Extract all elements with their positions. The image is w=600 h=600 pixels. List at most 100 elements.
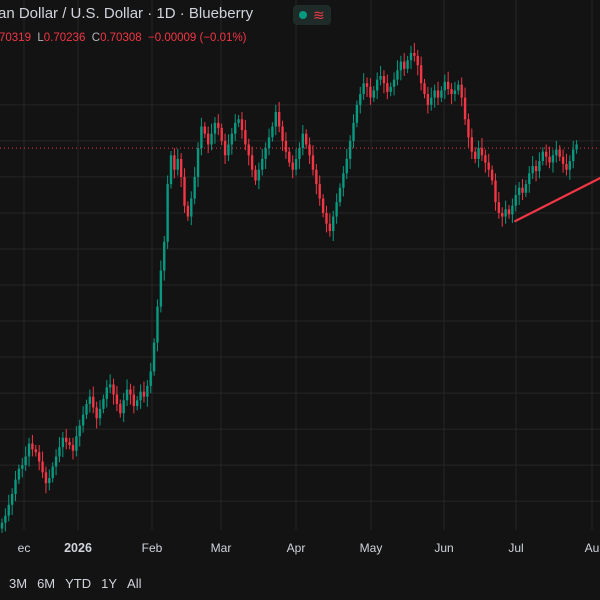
candle-body — [142, 391, 146, 397]
time-axis-label: Jul — [508, 541, 523, 555]
candle-body — [544, 151, 548, 157]
candle-body — [396, 70, 399, 80]
candle-body — [521, 187, 524, 193]
candle-body — [375, 79, 379, 91]
candle-body — [528, 173, 531, 185]
trendline-drawing[interactable] — [514, 171, 600, 223]
candle-body — [210, 133, 213, 145]
candle-body — [345, 158, 348, 174]
candle-body — [149, 371, 152, 386]
range-button-3m[interactable]: 3M — [0, 576, 32, 591]
candle-body — [223, 140, 227, 156]
candle-body — [288, 151, 291, 163]
candle-body — [399, 61, 403, 71]
candle-body — [561, 156, 565, 164]
candle-body — [98, 408, 102, 419]
candle-body — [511, 205, 514, 215]
candle-body — [173, 155, 176, 170]
candle-body — [58, 447, 61, 457]
candle-body — [436, 90, 440, 98]
candle-body — [386, 83, 389, 92]
candle-body — [237, 119, 240, 123]
time-axis-label: 2026 — [64, 541, 92, 555]
legend-badges[interactable]: ≋ — [293, 5, 331, 25]
candle-body — [267, 137, 271, 149]
chart-area[interactable]: ec 2026 Feb Mar Apr May Jun Jul Au — [0, 0, 600, 600]
candle-body — [463, 97, 467, 120]
candle-body — [217, 122, 220, 128]
candle-body — [490, 169, 494, 181]
candle-body — [81, 414, 85, 426]
range-button-all[interactable]: All — [122, 576, 146, 591]
candle-body — [342, 173, 345, 188]
market-status-dot-icon[interactable] — [299, 11, 307, 19]
candle-body — [392, 79, 396, 87]
candle-body — [558, 149, 561, 157]
candle-body — [382, 76, 386, 84]
candle-body — [250, 155, 254, 170]
candle-body — [71, 444, 75, 451]
candle-body — [470, 137, 474, 152]
candle-body — [44, 472, 48, 484]
candle-body — [234, 122, 237, 134]
candle-body — [440, 90, 443, 98]
candle-body — [261, 158, 264, 170]
candle-body — [4, 515, 7, 523]
candle-body — [88, 396, 92, 404]
candle-body — [95, 407, 98, 419]
close-value: 0.70308 — [100, 32, 142, 44]
candle-body — [102, 398, 105, 409]
candle-body — [423, 83, 426, 95]
candle-body — [24, 456, 27, 466]
candle-body — [183, 176, 186, 206]
candle-body — [34, 449, 37, 453]
candle-body — [504, 209, 507, 217]
candle-body — [409, 52, 413, 61]
candle-body — [443, 81, 446, 91]
candle-body — [21, 465, 24, 469]
candle-body — [139, 391, 142, 401]
candle-body — [480, 148, 484, 156]
candle-body — [575, 144, 578, 150]
wave-icon[interactable]: ≋ — [313, 5, 327, 25]
ohlc-readout: 70319 L0.70236 C0.70308 −0.00009 (−0.01%… — [0, 32, 247, 44]
candle-body — [240, 119, 244, 131]
range-button-6m[interactable]: 6M — [32, 576, 60, 591]
candle-body — [450, 89, 453, 95]
open-value: 70319 — [0, 32, 31, 44]
candle-body — [308, 144, 311, 156]
candle-body — [325, 212, 328, 224]
candle-body — [31, 443, 34, 450]
candle-body — [112, 384, 115, 395]
candle-body — [487, 162, 490, 170]
candle-body — [179, 158, 183, 177]
candle-body — [328, 223, 332, 231]
time-axis-label: Au — [585, 541, 600, 555]
candle-body — [524, 184, 528, 193]
candle-body — [48, 478, 51, 484]
candle-body — [453, 90, 457, 95]
candle-body — [538, 161, 541, 172]
candle-body — [355, 104, 359, 123]
candle-body — [203, 126, 206, 134]
price-chart[interactable]: ec 2026 Feb Mar Apr May Jun Jul Au — [0, 0, 600, 600]
candle-body — [136, 400, 139, 407]
candle-body — [413, 52, 416, 56]
candle-body — [419, 65, 423, 84]
candle-body — [477, 148, 480, 159]
candle-body — [281, 126, 284, 141]
range-button-ytd[interactable]: YTD — [60, 576, 96, 591]
trendline[interactable] — [514, 171, 600, 223]
candle-body — [274, 112, 277, 127]
range-button-1y[interactable]: 1Y — [96, 576, 122, 591]
candle-body — [430, 97, 433, 105]
symbol-title[interactable]: an Dollar / U.S. Dollar · 1D · Blueberry — [0, 5, 253, 22]
candle-body — [37, 452, 41, 462]
candle-body — [176, 158, 179, 170]
candle-body — [379, 76, 382, 80]
time-axis-label: Feb — [142, 541, 163, 555]
candle-body — [68, 442, 71, 445]
candle-body — [301, 133, 305, 149]
candle-body — [517, 187, 521, 195]
candle-body — [484, 155, 487, 163]
